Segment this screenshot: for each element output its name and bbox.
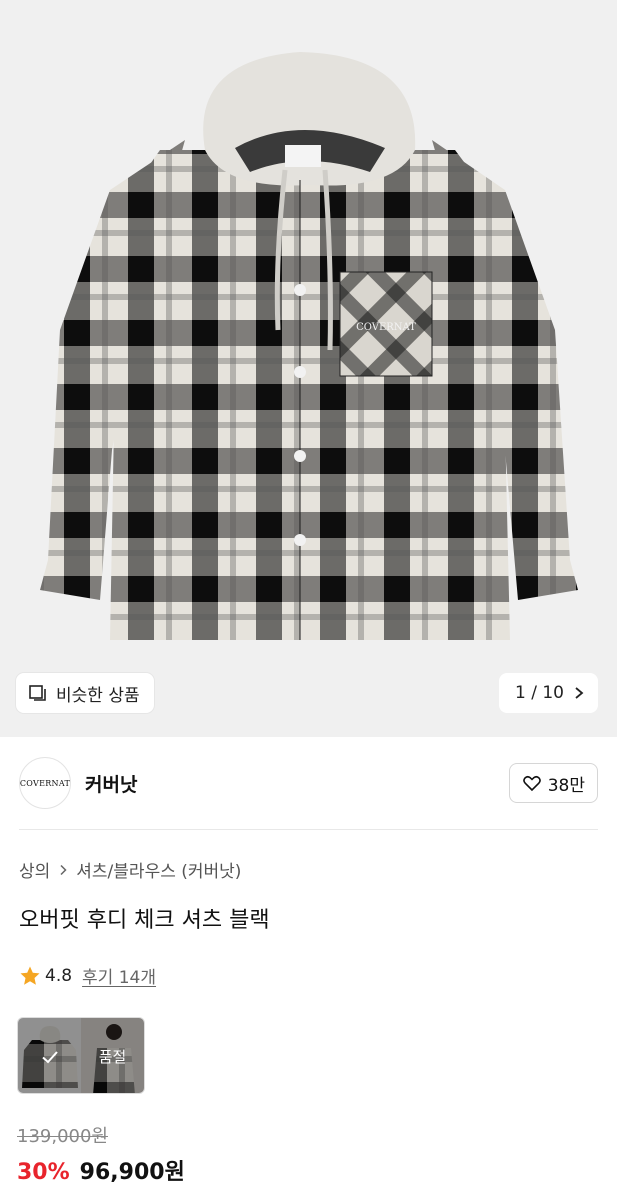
svg-text:COVERNAT: COVERNAT [356,322,416,333]
rating-value: 4.8 [45,965,73,986]
product-title: 오버핏 후디 체크 셔츠 블랙 [19,908,270,933]
like-button[interactable]: 38만 [508,763,598,803]
breadcrumb: 상의 셔츠/블라우스 (커버낫) [19,857,241,882]
discount-rate: 30% [17,1160,70,1185]
divider [19,829,598,830]
similar-items-icon [29,685,46,701]
breadcrumb-item-category[interactable]: 상의 [19,857,50,882]
breadcrumb-item-subcategory[interactable]: 셔츠/블라우스 (커버낫) [76,857,241,882]
brand-logo-text: COVERNAT [19,778,71,788]
chevron-right-icon [575,687,584,699]
soldout-label: 품절 [98,1048,127,1066]
selected-overlay [18,1018,81,1093]
brand-name[interactable]: 커버낫 [85,770,137,797]
chevron-right-icon [60,864,67,875]
color-options: 품절 [17,1017,145,1094]
similar-products-button[interactable]: 비슷한 상품 [16,673,154,713]
star-icon [20,966,40,985]
page-counter-text: 1 / 10 [515,683,564,703]
sale-price: 96,900원 [79,1160,185,1185]
price-row: 30% 96,900원 [17,1154,185,1186]
rating-row: 4.8 후기 14개 [19,963,156,988]
heart-icon [522,775,541,792]
option-thumbnail-soldout[interactable]: 품절 [81,1018,144,1093]
original-price: 139,000원 [17,1126,108,1147]
similar-products-label: 비슷한 상품 [56,685,140,706]
image-page-counter[interactable]: 1 / 10 [499,673,598,713]
option-thumbnail-selected[interactable] [18,1018,81,1093]
like-count: 38만 [547,775,585,796]
product-image: COVERNAT [40,52,578,640]
check-icon [41,1050,58,1063]
brand-row: COVERNAT 커버낫 38만 [0,737,617,829]
product-image-gallery[interactable]: COVERNAT 비슷한 상품 1 / 10 [0,0,617,737]
brand-logo[interactable]: COVERNAT [19,757,71,809]
soldout-overlay: 품절 [81,1018,144,1093]
reviews-link[interactable]: 후기 14개 [82,963,156,988]
